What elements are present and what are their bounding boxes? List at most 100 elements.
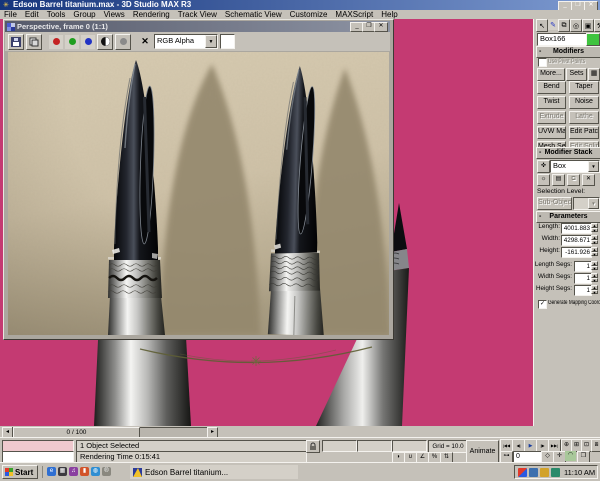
arc-rotate-icon[interactable]: ◠ <box>565 451 576 461</box>
stack-dropdown-arrow-icon[interactable]: ▼ <box>588 161 599 172</box>
menu-item[interactable]: Help <box>377 10 401 19</box>
sub-object-dropdown[interactable]: ▼ <box>573 197 600 210</box>
menu-item[interactable]: File <box>0 10 21 19</box>
background-color-swatch[interactable] <box>220 34 235 49</box>
object-color-swatch[interactable] <box>586 33 600 46</box>
rollout-parameters[interactable]: -Parameters <box>536 211 600 223</box>
object-name-field[interactable]: Box166 <box>537 33 587 46</box>
clear-button[interactable]: ✕ <box>138 35 152 49</box>
tab-utilities[interactable]: ⚒ <box>594 19 600 32</box>
menu-item[interactable]: Edit <box>21 10 43 19</box>
render-window-title: Perspective, frame 0 (1:1) <box>17 21 108 32</box>
clock: 11:10 AM <box>564 468 595 477</box>
quicklaunch-media-icon[interactable]: ♫ <box>69 467 78 476</box>
menu-item[interactable]: Rendering <box>129 10 174 19</box>
modifier-button[interactable]: Bend <box>537 81 566 94</box>
blue-channel-toggle[interactable] <box>81 35 95 49</box>
menu-item[interactable]: Tools <box>43 10 70 19</box>
tray-icon-3[interactable] <box>540 468 549 477</box>
channel-dropdown-arrow-icon[interactable]: ▼ <box>205 35 217 48</box>
remove-modifier-icon[interactable]: ✕ <box>582 174 595 186</box>
menu-item[interactable]: Schematic View <box>221 10 286 19</box>
channel-dropdown[interactable]: RGB Alpha ▼ <box>154 34 218 49</box>
quicklaunch-globe-icon[interactable]: ◍ <box>91 467 100 476</box>
menu-item[interactable]: MAXScript <box>331 10 377 19</box>
coordinate-z-field[interactable] <box>392 440 427 452</box>
segs-field[interactable]: 1 <box>574 285 592 296</box>
menu-item[interactable]: Customize <box>286 10 332 19</box>
modifier-button[interactable]: Twist <box>537 96 566 109</box>
menu-item[interactable]: Group <box>69 10 99 19</box>
window-titlebar: ✳ Edson Barrel titanium.max - 3D Studio … <box>0 0 600 10</box>
rollout-modifiers[interactable]: -Modifiers <box>536 46 600 58</box>
active-toggle-icon[interactable]: ☼ <box>537 174 550 186</box>
modifier-button[interactable]: Extrude <box>537 111 566 124</box>
tab-hierarchy[interactable]: ⧉ <box>558 19 570 32</box>
quicklaunch-player-icon[interactable]: ▮ <box>80 467 89 476</box>
modifier-button[interactable]: Taper <box>569 81 599 94</box>
tray-icon-2[interactable] <box>529 468 538 477</box>
render-close-button[interactable]: ✕ <box>374 22 388 32</box>
animate-button[interactable]: Animate <box>466 440 499 463</box>
task-button-active[interactable]: Edson Barrel titanium... <box>130 465 298 479</box>
use-pivot-points-checkbox[interactable] <box>538 58 547 67</box>
quicklaunch-misc-icon[interactable]: ® <box>102 467 111 476</box>
status-bar: 1 Object Selected Rendering Time 0:15:41… <box>0 437 600 463</box>
save-bitmap-button[interactable] <box>8 34 24 50</box>
render-window-titlebar[interactable]: Perspective, frame 0 (1:1) _ ❐ ✕ <box>5 21 390 32</box>
segs-spinner[interactable]: ▲ ▼ <box>591 285 598 294</box>
parameter-spinner[interactable]: ▲ ▼ <box>591 223 598 232</box>
coordinate-x-field[interactable] <box>322 440 357 452</box>
monochrome-toggle[interactable] <box>115 34 131 50</box>
modifier-button[interactable]: Lathe <box>569 111 599 124</box>
menu-item[interactable]: Track View <box>174 10 221 19</box>
more-modifiers-button[interactable]: More... <box>537 68 565 81</box>
segs-field[interactable]: 1 <box>574 261 592 272</box>
modifier-button[interactable]: Noise <box>569 96 599 109</box>
quicklaunch-browser-icon[interactable]: e <box>47 467 56 476</box>
segs-spinner[interactable]: ▲ ▼ <box>591 273 598 282</box>
clone-vfb-button[interactable] <box>26 34 42 50</box>
rollout-modifier-stack[interactable]: -Modifier Stack <box>536 147 600 159</box>
menu-item[interactable]: Views <box>100 10 129 19</box>
parameter-spinner[interactable]: ▲ ▼ <box>591 247 598 256</box>
quicklaunch-desktop-icon[interactable]: ▦ <box>58 467 67 476</box>
parameter-field[interactable]: 4298.671 <box>561 235 592 246</box>
modifier-button[interactable]: Edit Patch <box>569 126 599 139</box>
parameter-field[interactable]: 4001.883 <box>561 223 592 234</box>
green-channel-toggle[interactable] <box>65 35 79 49</box>
show-end-result-icon[interactable]: ▤ <box>552 174 565 186</box>
tray-icon-1[interactable] <box>518 468 527 477</box>
tab-create[interactable]: ↖ <box>536 19 548 32</box>
tab-modify[interactable]: ✎ <box>548 19 558 30</box>
channel-dropdown-value: RGB Alpha <box>157 35 194 47</box>
tab-display[interactable]: ▣ <box>582 19 594 32</box>
spinner-down-icon[interactable]: ▼ <box>591 252 598 257</box>
pin-stack-icon[interactable]: ✜ <box>537 160 550 173</box>
configure-button-sets-icon[interactable]: ▦ <box>588 68 600 81</box>
parameter-spinner[interactable]: ▲ ▼ <box>591 235 598 244</box>
monochrome-icon <box>120 38 127 45</box>
tab-motion[interactable]: ◎ <box>570 19 582 32</box>
spinner-down-icon[interactable]: ▼ <box>591 228 598 233</box>
coordinate-y-field[interactable] <box>357 440 392 452</box>
make-unique-icon[interactable]: ⧉ <box>567 174 580 186</box>
zoom-extents-all-icon[interactable]: ⧈ <box>591 439 600 452</box>
spinner-down-icon[interactable]: ▼ <box>591 240 598 245</box>
segs-field[interactable]: 1 <box>574 273 592 284</box>
spinner-down-icon[interactable]: ▼ <box>591 266 598 271</box>
spinner-down-icon[interactable]: ▼ <box>591 290 598 295</box>
generate-mapping-checkbox[interactable]: ✓ <box>538 300 547 309</box>
spinner-down-icon[interactable]: ▼ <box>591 278 598 283</box>
modifier-button[interactable]: UVW Map <box>537 126 566 139</box>
start-button[interactable]: Start <box>2 465 38 479</box>
segs-spinner[interactable]: ▲ ▼ <box>591 261 598 270</box>
alpha-channel-toggle[interactable] <box>97 34 113 50</box>
parameter-field[interactable]: -161.926 <box>561 247 592 258</box>
sub-object-button[interactable]: Sub-Object <box>537 197 572 210</box>
modifier-sets-button[interactable]: Sets <box>566 68 587 81</box>
modifier-stack-dropdown[interactable]: Box ▼ <box>550 160 600 173</box>
red-channel-toggle[interactable] <box>49 35 63 49</box>
selection-lock-toggle[interactable] <box>306 440 320 453</box>
tray-icon-4[interactable] <box>551 468 560 477</box>
